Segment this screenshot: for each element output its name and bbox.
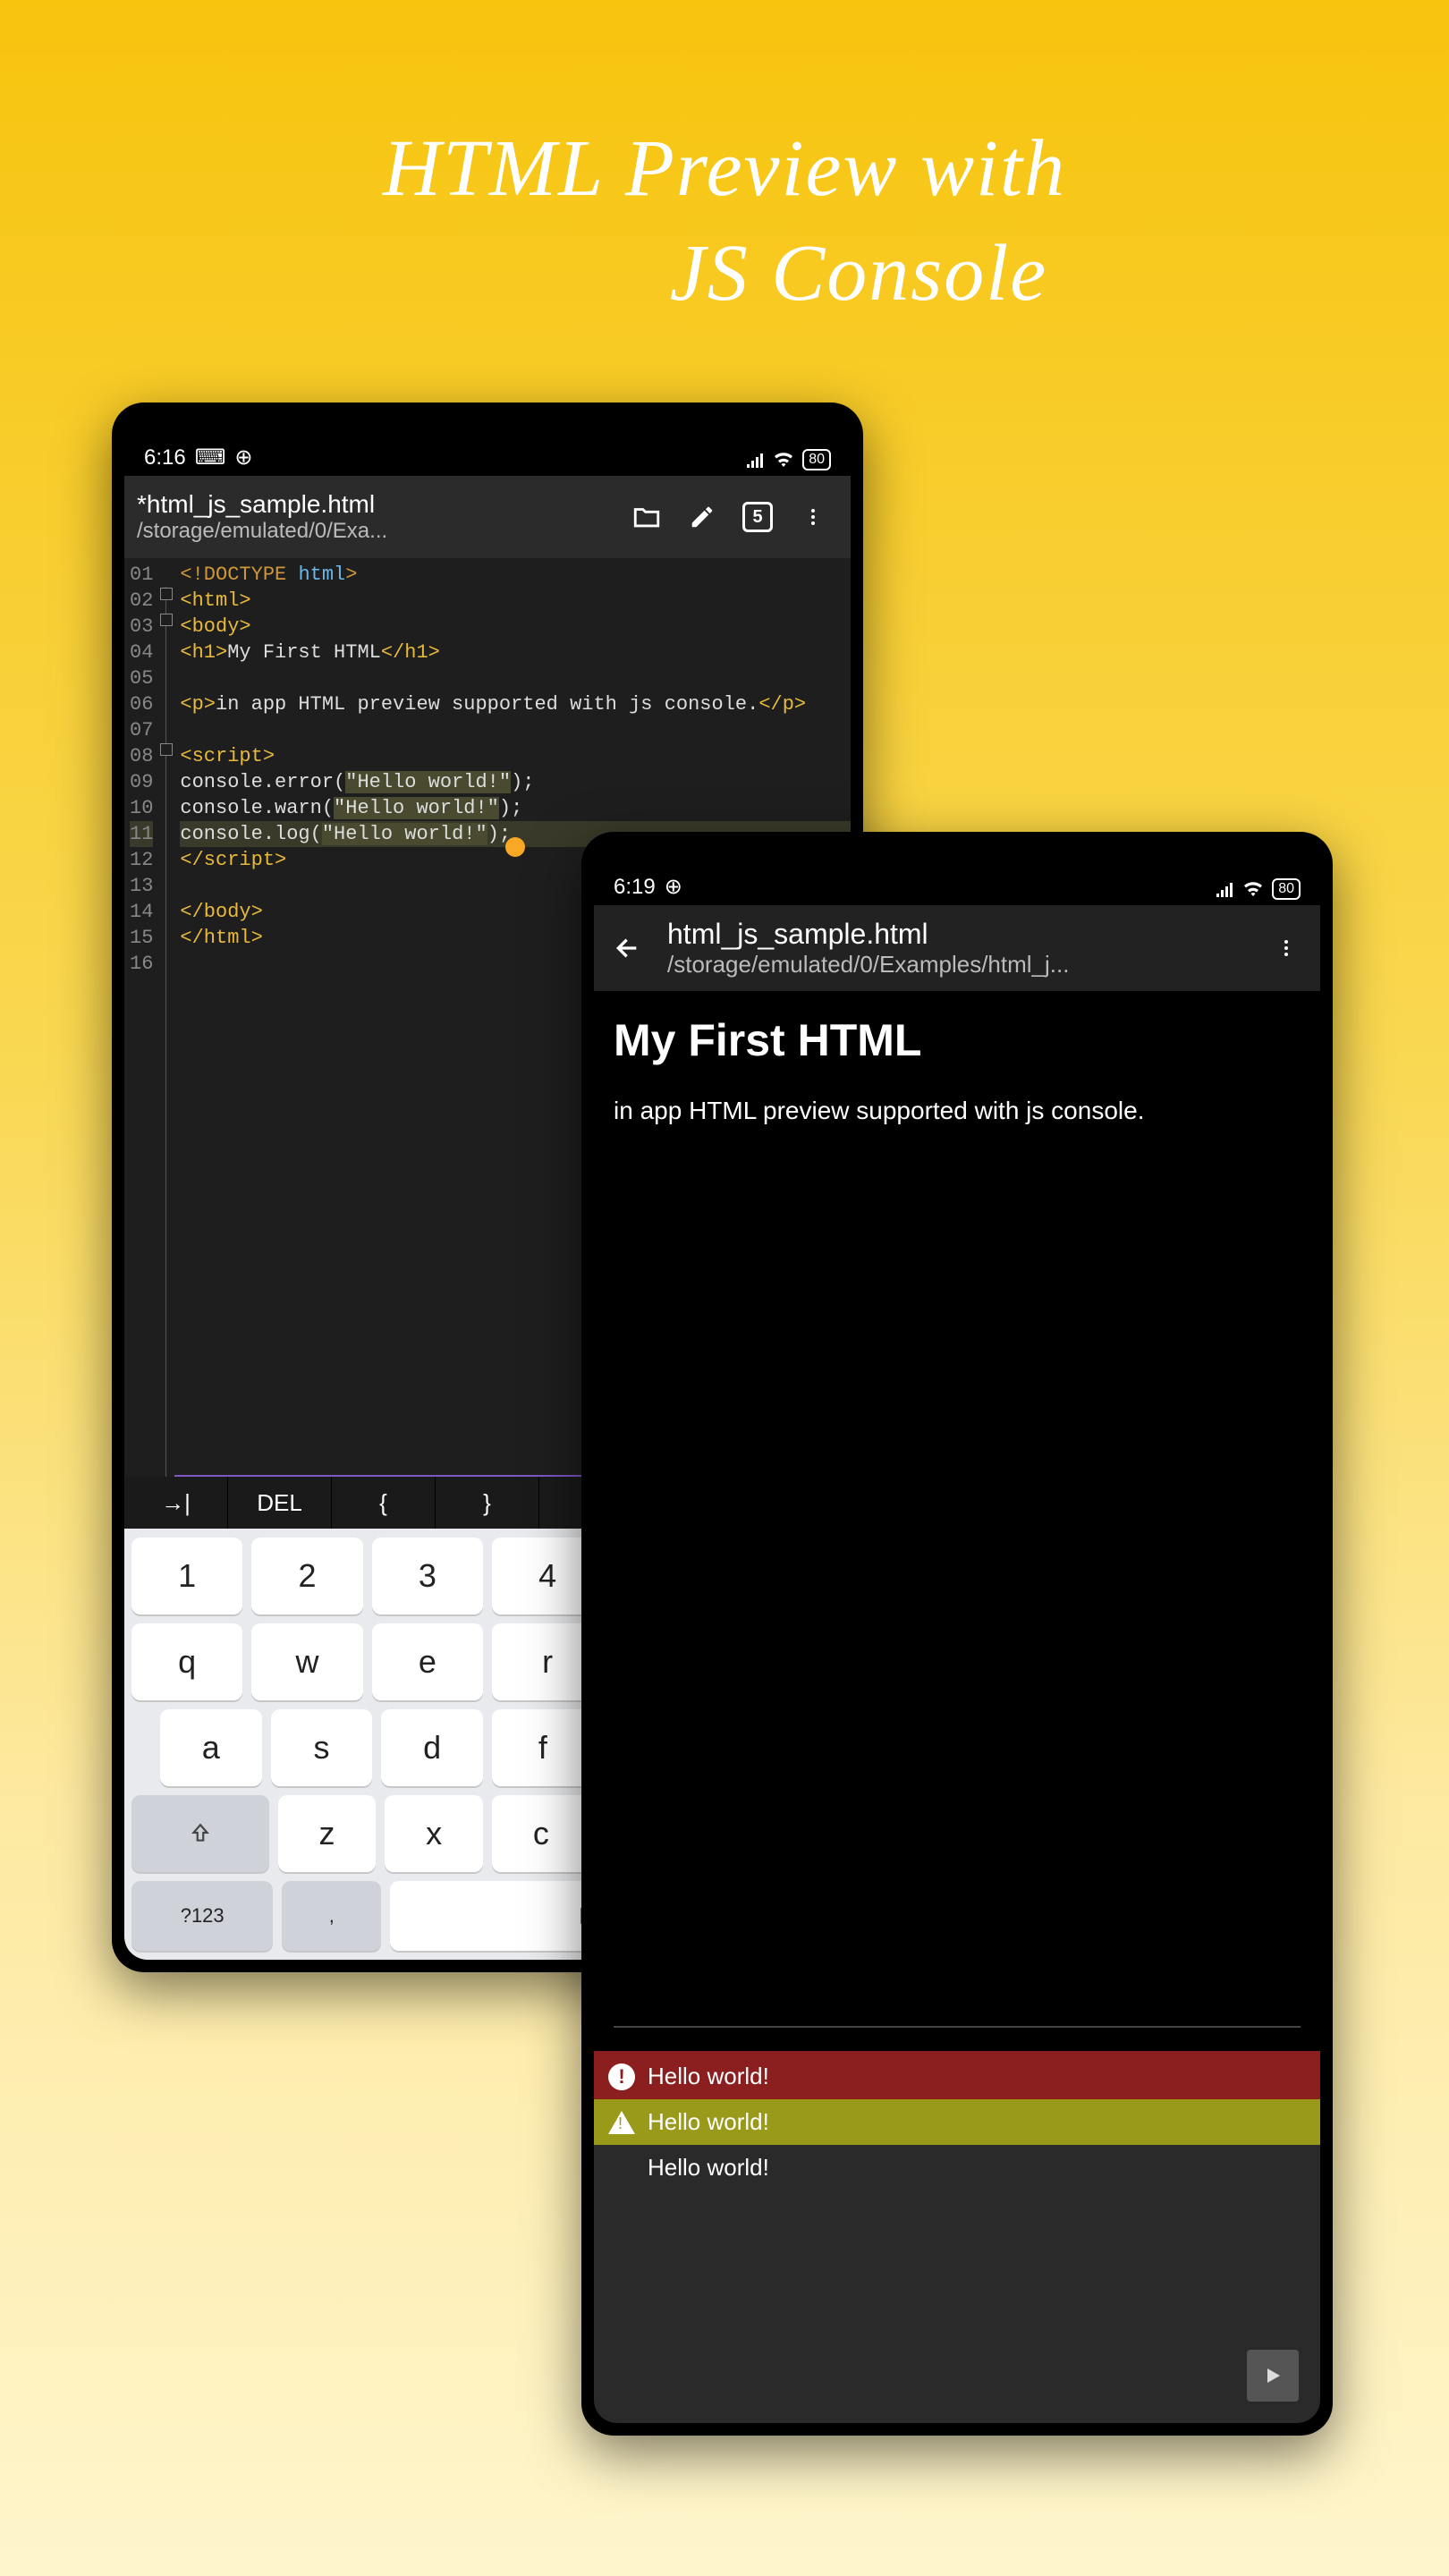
run-button[interactable] bbox=[1247, 2350, 1299, 2402]
key-2[interactable]: 2 bbox=[251, 1538, 362, 1614]
preview-title: html_js_sample.html bbox=[667, 918, 1247, 951]
status-time: 6:19 bbox=[614, 875, 656, 900]
phone-preview: 6:19 ⊕ 80 html_js_sample.html /storage/e… bbox=[581, 832, 1333, 2436]
error-icon: ! bbox=[608, 2063, 635, 2090]
preview-app-bar: html_js_sample.html /storage/emulated/0/… bbox=[594, 905, 1320, 991]
line-gutter: 01 02 03 04 05 06 07 08 09 10 11 12 13 1… bbox=[124, 558, 158, 1477]
key-f[interactable]: f bbox=[492, 1709, 594, 1786]
brace-close-key[interactable]: } bbox=[436, 1477, 539, 1529]
back-button[interactable] bbox=[603, 923, 653, 973]
key-x[interactable]: x bbox=[385, 1795, 483, 1872]
status-indicator-icon: ⊕ bbox=[665, 874, 682, 900]
tab-count: 5 bbox=[742, 502, 773, 532]
editor-app-bar: *html_js_sample.html /storage/emulated/0… bbox=[124, 476, 851, 558]
battery-icon: 80 bbox=[1272, 878, 1301, 900]
tabs-button[interactable]: 5 bbox=[733, 492, 783, 542]
battery-icon: 80 bbox=[802, 449, 831, 470]
js-console: ! Hello world! Hello world! Hello world! bbox=[594, 2051, 1320, 2423]
signal-icon bbox=[1216, 881, 1234, 897]
promo-line2: JS Console bbox=[0, 221, 1449, 326]
fold-toggle[interactable] bbox=[160, 743, 173, 756]
preview-paragraph: in app HTML preview supported with js co… bbox=[614, 1097, 1301, 1125]
tab-key[interactable]: →| bbox=[124, 1477, 228, 1529]
preview-heading: My First HTML bbox=[614, 1014, 1301, 1066]
promo-line1: HTML Preview with bbox=[0, 116, 1449, 221]
key-s[interactable]: s bbox=[271, 1709, 373, 1786]
promo-title: HTML Preview with JS Console bbox=[0, 116, 1449, 326]
file-title: *html_js_sample.html bbox=[137, 490, 616, 519]
key-w[interactable]: w bbox=[251, 1623, 362, 1700]
status-bar: 6:16 ⌨ ⊕ 80 bbox=[124, 415, 851, 476]
key-e[interactable]: e bbox=[372, 1623, 483, 1700]
brace-open-key[interactable]: { bbox=[332, 1477, 436, 1529]
keyboard-indicator-icon: ⌨ bbox=[195, 445, 226, 470]
overflow-menu-button[interactable] bbox=[1261, 923, 1311, 973]
signal-icon bbox=[747, 452, 765, 468]
console-log-row[interactable]: Hello world! bbox=[594, 2145, 1320, 2190]
console-warn-text: Hello world! bbox=[648, 2108, 769, 2136]
key-1[interactable]: 1 bbox=[131, 1538, 242, 1614]
key-3[interactable]: 3 bbox=[372, 1538, 483, 1614]
wifi-icon bbox=[1243, 881, 1263, 897]
overflow-menu-button[interactable] bbox=[788, 492, 838, 542]
html-preview-body[interactable]: My First HTML in app HTML preview suppor… bbox=[594, 991, 1320, 2051]
console-error-text: Hello world! bbox=[648, 2063, 769, 2090]
status-time: 6:16 bbox=[144, 445, 186, 470]
fold-toggle[interactable] bbox=[160, 588, 173, 600]
status-indicator-icon: ⊕ bbox=[234, 445, 252, 470]
key-c[interactable]: c bbox=[492, 1795, 590, 1872]
comma-key[interactable]: , bbox=[282, 1881, 381, 1951]
edit-button[interactable] bbox=[677, 492, 727, 542]
shift-key[interactable] bbox=[131, 1795, 269, 1872]
preview-path: /storage/emulated/0/Examples/html_j... bbox=[667, 951, 1247, 979]
fold-toggle[interactable] bbox=[160, 614, 173, 626]
warning-icon bbox=[608, 2111, 635, 2134]
symbols-key[interactable]: ?123 bbox=[131, 1881, 273, 1951]
key-q[interactable]: q bbox=[131, 1623, 242, 1700]
key-a[interactable]: a bbox=[160, 1709, 262, 1786]
console-warn-row[interactable]: Hello world! bbox=[594, 2099, 1320, 2145]
file-path: /storage/emulated/0/Exa... bbox=[137, 519, 616, 544]
console-error-row[interactable]: ! Hello world! bbox=[594, 2054, 1320, 2099]
wifi-icon bbox=[774, 452, 793, 468]
fold-column bbox=[158, 558, 174, 1477]
del-key[interactable]: DEL bbox=[228, 1477, 332, 1529]
folder-button[interactable] bbox=[622, 492, 672, 542]
key-z[interactable]: z bbox=[278, 1795, 377, 1872]
status-bar: 6:19 ⊕ 80 bbox=[594, 844, 1320, 905]
console-log-text: Hello world! bbox=[648, 2154, 769, 2182]
key-d[interactable]: d bbox=[381, 1709, 483, 1786]
